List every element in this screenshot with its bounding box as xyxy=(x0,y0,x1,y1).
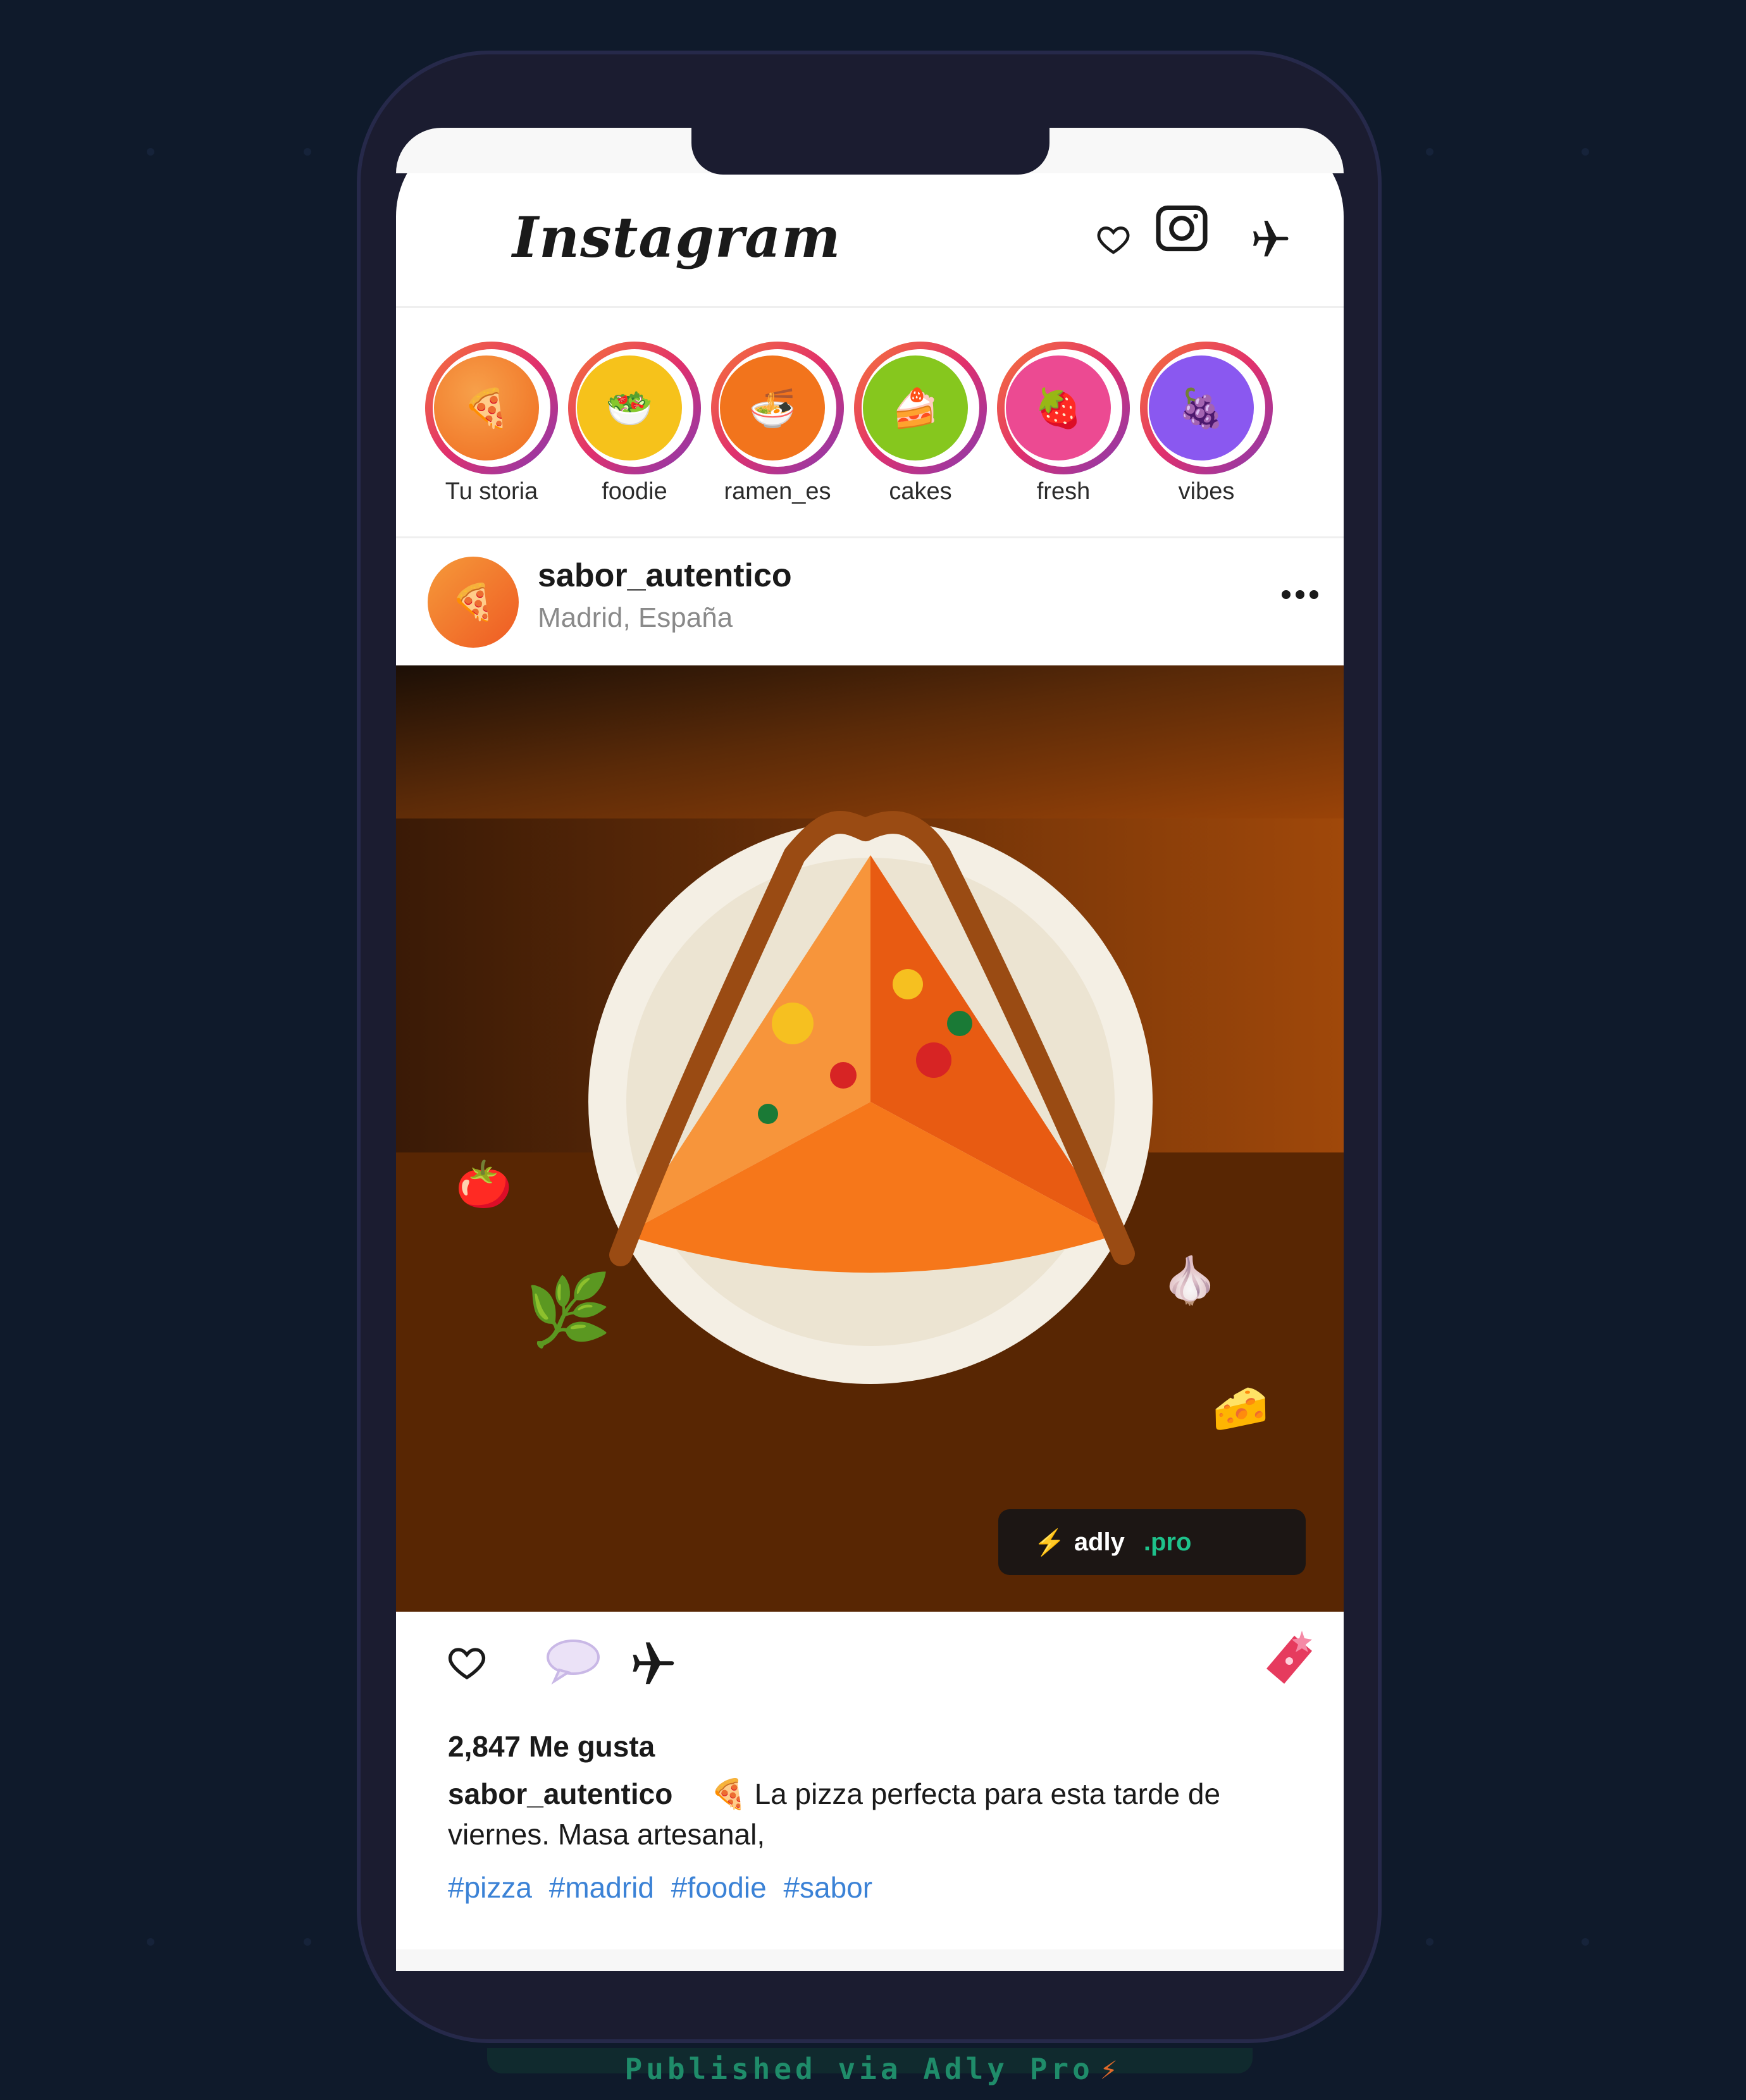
story-label: fresh xyxy=(1036,478,1091,505)
story-label: foodie xyxy=(602,478,667,505)
direct-message-icon[interactable] xyxy=(1248,215,1293,261)
herb-decoration: 🌿 xyxy=(525,1269,612,1350)
hashtag-link[interactable]: #foodie xyxy=(671,1871,767,1904)
story-avatar: 🍕 xyxy=(434,355,539,460)
story-item[interactable]: 🍜 ramen_es xyxy=(706,342,845,512)
story-avatar: 🍰 xyxy=(863,355,968,460)
bg-dot xyxy=(1426,148,1433,156)
garlic-decoration: 🧄 xyxy=(1161,1254,1218,1307)
hashtag-list: #pizza #madrid #foodie #sabor xyxy=(448,1867,881,1908)
stories-divider xyxy=(396,536,1344,538)
post-image[interactable]: 🍅 🌿 🧄 🧀 xyxy=(396,665,1344,1612)
hashtag-link[interactable]: #pizza xyxy=(448,1871,532,1904)
cheese-decoration: 🧀 xyxy=(1212,1381,1269,1435)
story-label: Tu storia xyxy=(445,478,538,505)
watermark-brand: adly xyxy=(1074,1528,1125,1556)
post-avatar[interactable]: 🍕 xyxy=(428,557,519,648)
comment-icon[interactable] xyxy=(544,1634,602,1685)
story-label: ramen_es xyxy=(724,478,831,505)
phone-notch xyxy=(691,128,1049,175)
feed-next-post-edge xyxy=(396,1949,1344,1971)
story-label: vibes xyxy=(1178,478,1235,505)
footer-credit: Published via Adly Pro ⚡ xyxy=(0,2052,1746,2086)
hashtag-link[interactable]: #madrid xyxy=(549,1871,654,1904)
heart-icon[interactable] xyxy=(1096,221,1131,257)
story-avatar: 🍇 xyxy=(1149,355,1254,460)
story-item[interactable]: 🍰 cakes xyxy=(849,342,988,512)
pizza-emoji: 🍕 xyxy=(710,1777,747,1810)
story-avatar: 🍜 xyxy=(720,355,825,460)
tomato-decoration: 🍅 xyxy=(455,1158,512,1211)
pizza-illustration xyxy=(396,665,1344,1612)
story-item[interactable]: 🍇 vibes xyxy=(1135,342,1274,512)
bg-dot xyxy=(1582,148,1589,156)
bg-dot xyxy=(304,148,311,156)
bolt-icon: ⚡ xyxy=(1034,1528,1065,1557)
app-title[interactable]: Instagram xyxy=(512,202,892,272)
story-avatar: 🥗 xyxy=(577,355,682,460)
camera-icon[interactable] xyxy=(1155,205,1208,252)
bookmark-icon[interactable] xyxy=(1259,1626,1320,1686)
story-avatar: 🍓 xyxy=(1006,355,1111,460)
bg-dot xyxy=(1582,1938,1589,1946)
story-item[interactable]: 🍕 Tu storia xyxy=(420,342,559,512)
header-divider xyxy=(396,306,1344,308)
caption-username[interactable]: sabor_autentico xyxy=(448,1777,672,1810)
likes-count[interactable]: 2,847 Me gusta xyxy=(448,1729,655,1763)
bolt-icon: ⚡ xyxy=(1099,2052,1122,2086)
share-icon[interactable] xyxy=(626,1636,679,1689)
bg-dot xyxy=(147,1938,154,1946)
story-item[interactable]: 🍓 fresh xyxy=(992,342,1131,512)
post-caption: sabor_autentico 🍕 La pizza perfecta para e… xyxy=(448,1774,1283,1855)
bg-dot xyxy=(304,1938,311,1946)
watermark-suffix: .pro xyxy=(1143,1528,1192,1556)
footer-text: Published via Adly Pro xyxy=(624,2052,1094,2086)
like-icon[interactable] xyxy=(447,1642,487,1683)
bg-dot xyxy=(1426,1938,1433,1946)
story-item[interactable]: 🥗 foodie xyxy=(563,342,702,512)
story-label: cakes xyxy=(889,478,952,505)
bg-dot xyxy=(147,148,154,156)
adly-watermark: ⚡ adly .pro xyxy=(998,1509,1306,1575)
hashtag-link[interactable]: #sabor xyxy=(783,1871,872,1904)
post-username[interactable]: sabor_autentico xyxy=(538,557,792,595)
more-options-icon[interactable] xyxy=(1280,588,1320,601)
post-location[interactable]: Madrid, España xyxy=(538,602,733,634)
